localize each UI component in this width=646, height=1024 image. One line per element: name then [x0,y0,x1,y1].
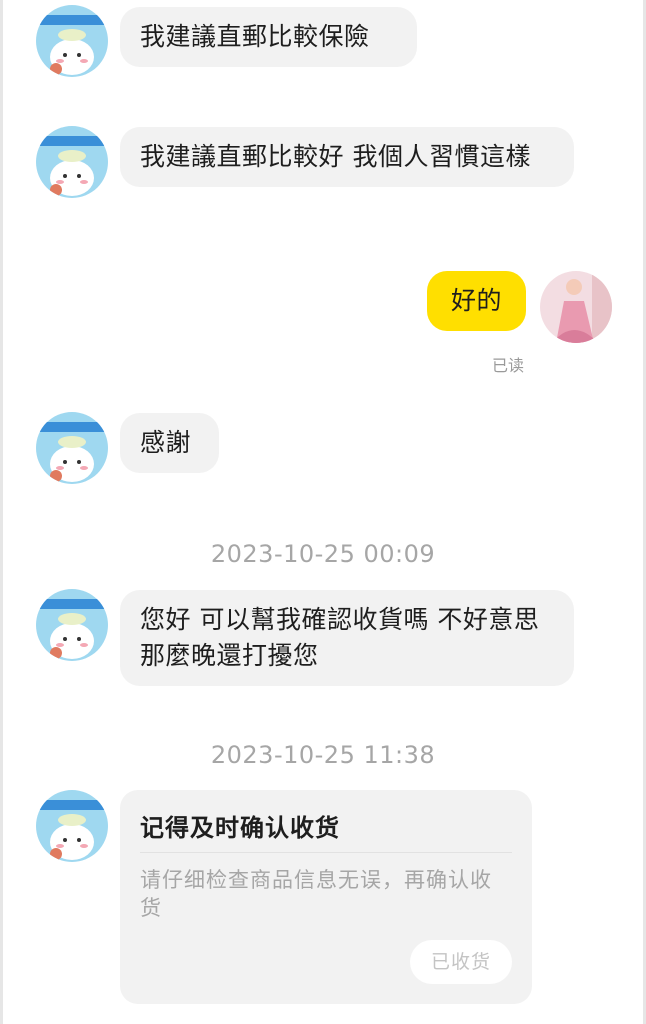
read-status: 已读 [492,356,525,375]
message-timestamp: 2023-10-25 00:09 [210,540,436,568]
confirm-receipt-card: 记得及时确认收货 请仔细检查商品信息无误，再确认收货 已收货 [120,790,532,1004]
cartoon-cat-avatar-icon [36,589,108,661]
message-timestamp: 2023-10-25 11:38 [210,741,436,769]
seller-avatar[interactable] [36,5,108,77]
seller-avatar[interactable] [36,790,108,862]
left-edge-divider [0,0,3,1024]
cartoon-cat-avatar-icon [36,126,108,198]
my-avatar[interactable] [540,271,612,343]
card-title: 记得及时确认收货 [140,814,340,842]
my-message-bubble[interactable]: 好的 [427,271,526,331]
seller-avatar[interactable] [36,412,108,484]
message-text: 感謝 [140,428,192,457]
message-bubble[interactable]: 我建議直郵比較好 我個人習慣這樣 [120,127,574,187]
message-text: 我建議直郵比較保險 [140,22,370,51]
message-text: 您好 可以幫我確認收貨嗎 不好意思那麼晚還打擾您 [140,605,540,670]
message-text: 我建議直郵比較好 我個人習慣這樣 [140,142,531,171]
chat-screen: 我建議直郵比較保險 我建議直郵比較好 我個人習慣這樣 好的 已读 感謝 2023… [0,0,646,1024]
message-bubble[interactable]: 感謝 [120,413,219,473]
message-text: 好的 [450,286,502,315]
card-description: 请仔细检查商品信息无误，再确认收货 [140,868,492,920]
cartoon-cat-avatar-icon [36,412,108,484]
message-bubble[interactable]: 您好 可以幫我確認收貨嗎 不好意思那麼晚還打擾您 [120,590,574,686]
seller-avatar[interactable] [36,126,108,198]
card-divider [140,852,512,853]
cartoon-cat-avatar-icon [36,790,108,862]
cartoon-cat-avatar-icon [36,5,108,77]
received-button[interactable]: 已收货 [410,940,512,984]
pink-dress-photo-avatar-icon [540,271,612,343]
seller-avatar[interactable] [36,589,108,661]
message-bubble[interactable]: 我建議直郵比較保險 [120,7,417,67]
